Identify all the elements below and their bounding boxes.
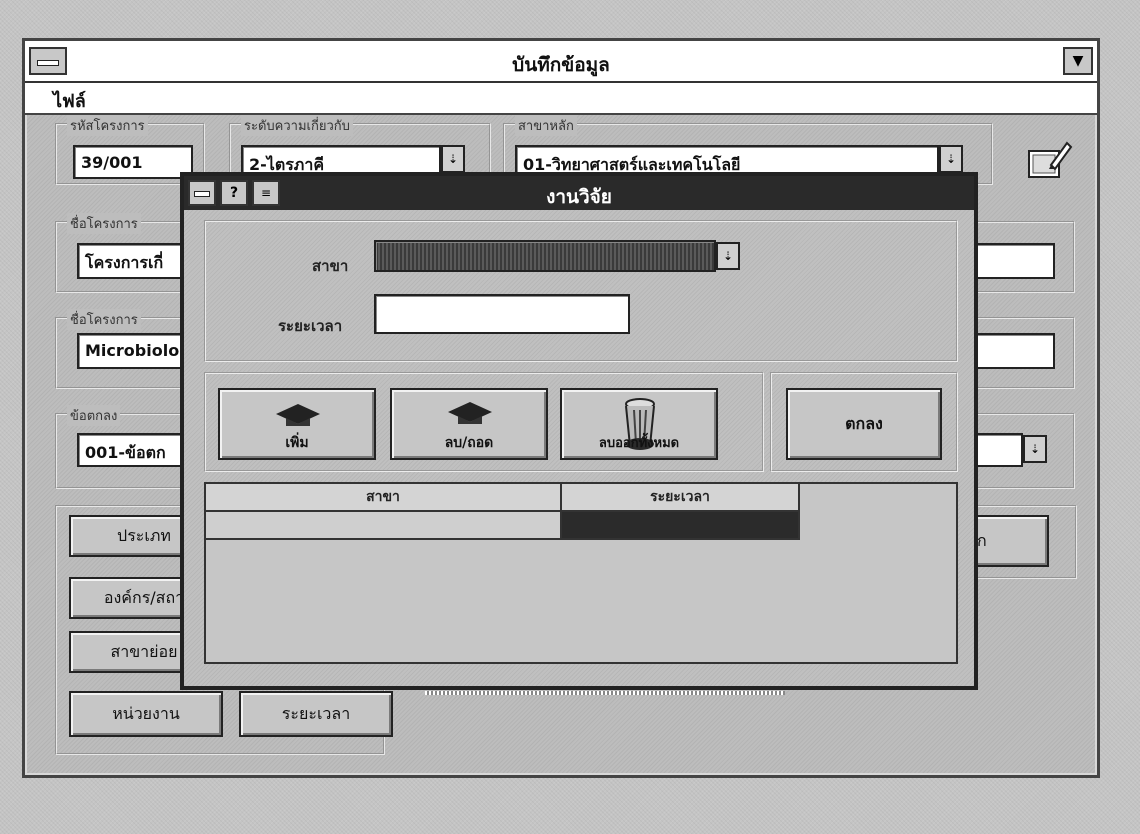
divider — [425, 691, 785, 695]
branch-label: สาขา — [312, 257, 349, 275]
menu-bar: ไฟล์ — [25, 83, 1097, 115]
grid-header-duration[interactable]: ระยะเวลา — [562, 484, 800, 512]
grid-cell-duration[interactable] — [562, 512, 800, 540]
chevron-down-icon: ▼ — [1072, 53, 1084, 69]
branch-dropdown[interactable]: ⇣ — [716, 242, 740, 270]
dropdown-arrow-icon: ⇣ — [1029, 442, 1041, 456]
dropdown-arrow-icon: ⇣ — [447, 152, 459, 166]
project-name-en-legend: ชื่อโครงการ — [67, 309, 141, 330]
project-code-field[interactable]: 39/001 — [73, 145, 193, 179]
branch-select[interactable] — [374, 240, 716, 272]
research-level-legend: ระดับความเกี่ยวกับ — [241, 115, 353, 136]
main-titlebar: บันทึกข้อมูล ▼ — [25, 41, 1097, 83]
add-label: เพิ่ม — [285, 435, 309, 451]
department-button[interactable]: หน่วยงาน — [69, 691, 223, 737]
dialog-titlebar: ? ≡ งานวิจัย — [184, 176, 974, 210]
dropdown-arrow-icon: ⇣ — [722, 249, 734, 263]
ok-button[interactable]: ตกลง — [786, 388, 942, 460]
research-dialog: ? ≡ งานวิจัย สาขา ⇣ ระยะเวลา เพิ่ม ลบ/ถอ… — [180, 172, 978, 690]
add-button[interactable]: เพิ่ม — [218, 388, 376, 460]
research-level-select[interactable]: 2-ไตรภาคี — [241, 145, 441, 175]
mortarboard-icon — [276, 404, 320, 426]
grid-header-branch[interactable]: สาขา — [206, 484, 562, 512]
main-branch-legend: สาขาหลัก — [515, 115, 577, 136]
agreement-dropdown[interactable]: ⇣ — [1023, 435, 1047, 463]
duration-button[interactable]: ระยะเวลา — [239, 691, 393, 737]
edit-tool-icon[interactable] — [1023, 135, 1073, 185]
dropdown-arrow-icon: ⇣ — [945, 152, 957, 166]
project-name-th-legend: ชื่อโครงการ — [67, 213, 141, 234]
project-code-legend: รหัสโครงการ — [67, 115, 148, 136]
main-branch-select[interactable]: 01-วิทยาศาสตร์และเทคโนโลยี — [515, 145, 939, 175]
duration-field[interactable] — [374, 294, 630, 334]
mortarboard-icon — [448, 402, 492, 424]
grid-cell-branch[interactable] — [206, 512, 562, 540]
duration-label: ระยะเวลา — [278, 317, 343, 335]
menu-file[interactable]: ไฟล์ — [49, 86, 90, 115]
delete-button[interactable]: ลบ/ถอด — [390, 388, 548, 460]
clear-all-label: ลบออกทั้งหมด — [598, 436, 680, 451]
main-title: บันทึกข้อมูล — [512, 54, 610, 76]
research-grid: สาขา ระยะเวลา — [204, 482, 958, 664]
agreement-legend: ข้อตกลง — [67, 405, 121, 426]
clear-all-button[interactable]: ลบออกทั้งหมด — [560, 388, 718, 460]
dialog-title: งานวิจัย — [546, 186, 612, 208]
research-level-dropdown[interactable]: ⇣ — [441, 145, 465, 173]
main-branch-dropdown[interactable]: ⇣ — [939, 145, 963, 173]
minimize-button[interactable]: ▼ — [1063, 47, 1093, 75]
delete-label: ลบ/ถอด — [444, 435, 494, 451]
